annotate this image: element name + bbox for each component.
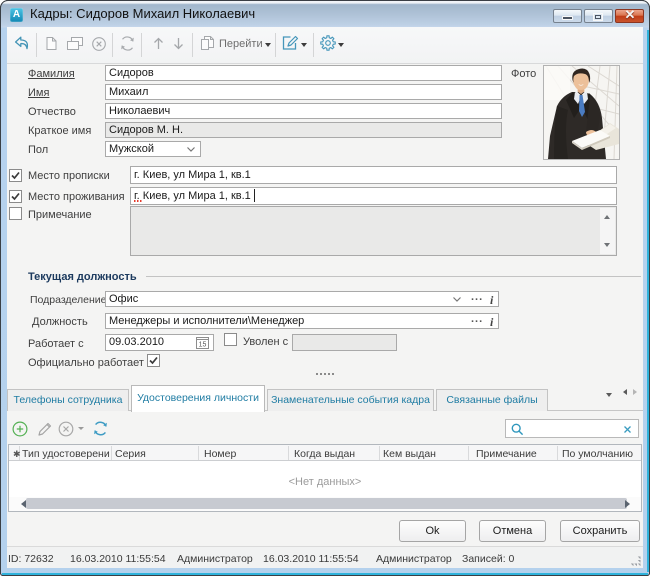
svg-text:15: 15 — [199, 342, 207, 349]
